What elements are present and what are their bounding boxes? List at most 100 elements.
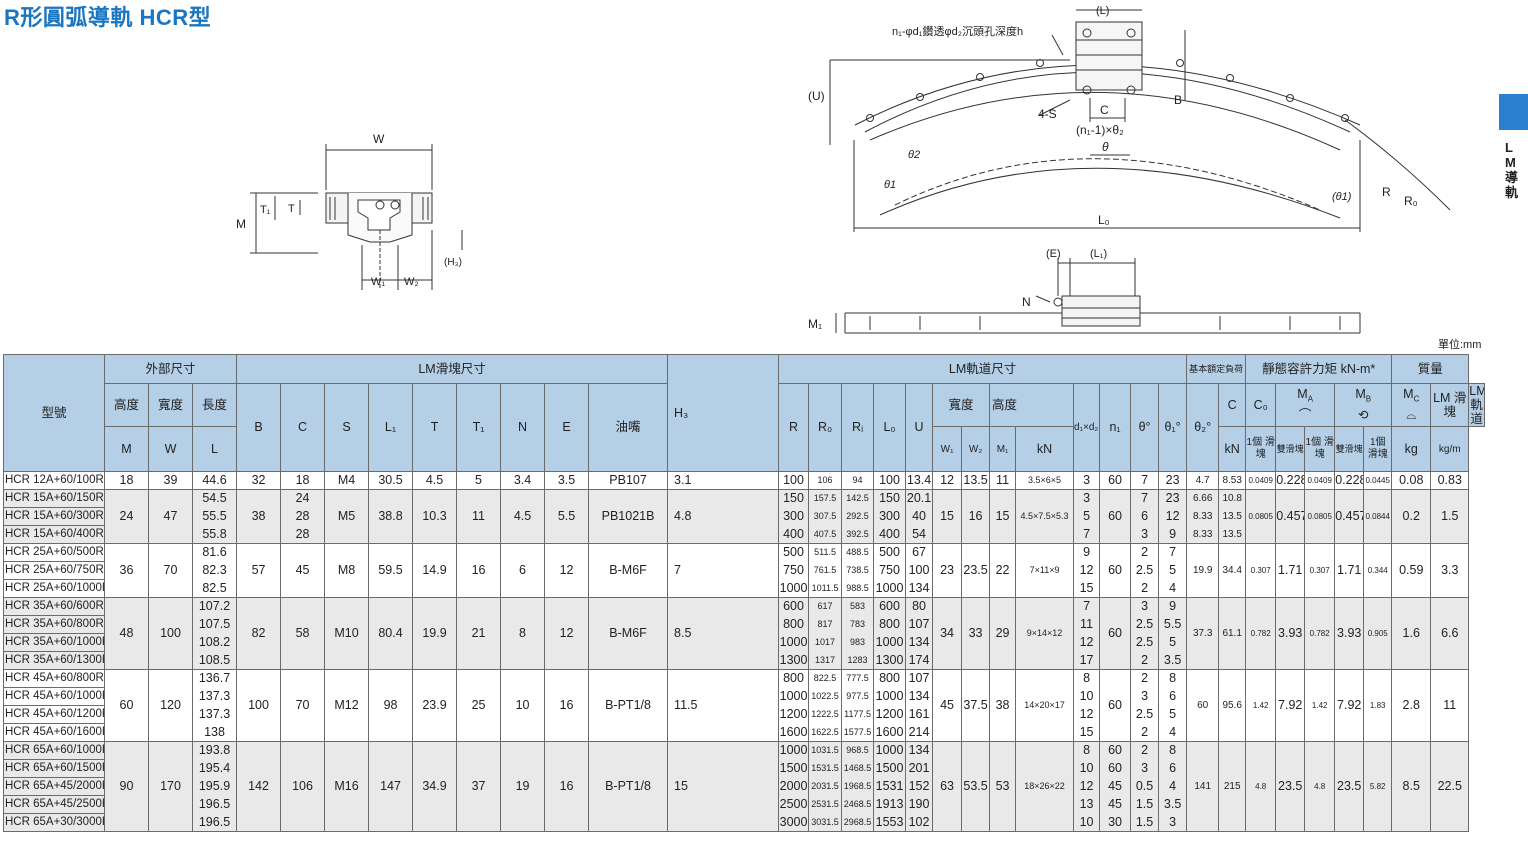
th-w1: W₁ bbox=[932, 426, 963, 472]
cell-l: 107.5 bbox=[191, 615, 238, 634]
dim-r0-label: R₀ bbox=[1404, 194, 1418, 208]
cell-ri: 783 bbox=[841, 615, 875, 634]
model-cell: HCR 35A+60/1300R bbox=[3, 651, 105, 670]
cell-c0: 10.8 bbox=[1218, 489, 1247, 508]
cell-w1: 63 bbox=[932, 741, 963, 832]
dim-l-label: (L) bbox=[1096, 5, 1109, 17]
th-ma-double: 雙滑塊 bbox=[1275, 426, 1306, 472]
cell-t2: 5 bbox=[1158, 561, 1188, 580]
cell-ri: 1177.5 bbox=[841, 705, 875, 724]
cell-l1: 59.5 bbox=[368, 543, 414, 598]
cell-n: 3.4 bbox=[500, 471, 546, 490]
cell-c0: 13.5 bbox=[1218, 507, 1247, 526]
th-model: 型號 bbox=[3, 354, 105, 472]
cell-e: 5.5 bbox=[544, 489, 590, 544]
th-t: T bbox=[412, 383, 458, 472]
cell-dxh: 18×26×22 bbox=[1015, 741, 1075, 832]
cell-t1: 2.5 bbox=[1130, 561, 1160, 580]
cell-w: 39 bbox=[148, 471, 193, 490]
model-cell: HCR 45A+60/1000R bbox=[3, 687, 105, 706]
cell-n1: 13 bbox=[1073, 795, 1101, 814]
cell-n1: 7 bbox=[1073, 597, 1101, 616]
dim-b-label: B bbox=[1174, 93, 1182, 107]
cell-l0: 300 bbox=[873, 507, 907, 526]
model-cell: HCR 25A+60/750R bbox=[3, 561, 105, 580]
cell-l0: 100 bbox=[873, 471, 907, 490]
cell-m1: 53 bbox=[989, 741, 1017, 832]
cell-h3: 8.5 bbox=[667, 597, 780, 670]
cell-ri: 1468.5 bbox=[841, 759, 875, 778]
cell-n1: 12 bbox=[1073, 705, 1101, 724]
model-cell: HCR 25A+60/1000R bbox=[3, 579, 105, 598]
cell-m: 18 bbox=[104, 471, 149, 490]
cell-b: 82 bbox=[236, 597, 282, 670]
cell-r0: 2031.5 bbox=[808, 777, 843, 796]
cell-mb1: 4.8 bbox=[1304, 741, 1336, 832]
cell-h3: 3.1 bbox=[667, 471, 780, 490]
cell-ma2: 0.228 bbox=[1275, 471, 1306, 490]
cell-ma2: 23.5 bbox=[1275, 741, 1306, 832]
cell-r: 1500 bbox=[778, 759, 810, 778]
cell-cb: 28 bbox=[280, 525, 326, 544]
cell-w1: 34 bbox=[932, 597, 963, 670]
cell-l0: 500 bbox=[873, 543, 907, 562]
th-width: 寬度 bbox=[148, 383, 193, 427]
cell-w1: 15 bbox=[932, 489, 963, 544]
cell-l1: 80.4 bbox=[368, 597, 414, 670]
cell-ri: 2468.5 bbox=[841, 795, 875, 814]
cell-kg: 2.8 bbox=[1391, 669, 1432, 742]
cell-t: 4.5 bbox=[412, 471, 458, 490]
cell-b: 57 bbox=[236, 543, 282, 598]
cell-u: 134 bbox=[905, 687, 934, 706]
cell-t2: 12 bbox=[1158, 507, 1188, 526]
cell-n1: 7 bbox=[1073, 525, 1101, 544]
model-cell: HCR 45A+60/1600R bbox=[3, 723, 105, 742]
th-ma-one: 1個 滑塊 bbox=[1245, 426, 1277, 472]
model-cell: HCR 15A+60/150R bbox=[3, 489, 105, 508]
th-w2: W₂ bbox=[961, 426, 991, 472]
cell-theta: 60 bbox=[1099, 471, 1132, 490]
th-mc: MC ⌓ bbox=[1391, 383, 1432, 427]
cell-ri: 292.5 bbox=[841, 507, 875, 526]
dim-m1-label: M₁ bbox=[808, 317, 822, 331]
cell-b: 142 bbox=[236, 741, 282, 832]
cell-ri: 392.5 bbox=[841, 525, 875, 544]
cell-t: 23.9 bbox=[412, 669, 458, 742]
dim-theta1-label: θ1 bbox=[884, 179, 896, 191]
th-c: C bbox=[1218, 383, 1247, 427]
cell-l1: 38.8 bbox=[368, 489, 414, 544]
cell-m: 36 bbox=[104, 543, 149, 598]
cell-m: 90 bbox=[104, 741, 149, 832]
cell-t1: 25 bbox=[456, 669, 502, 742]
cell-n1: 10 bbox=[1073, 813, 1101, 832]
model-cell: HCR 25A+60/500R bbox=[3, 543, 105, 562]
dim-l1-label: (L₁) bbox=[1090, 248, 1107, 260]
cell-r0: 1022.5 bbox=[808, 687, 843, 706]
th-theta2: θ₂° bbox=[1186, 383, 1220, 472]
th-u: U bbox=[905, 383, 934, 472]
cell-t2: 3.5 bbox=[1158, 795, 1188, 814]
cell-w2: 23.5 bbox=[961, 543, 991, 598]
cell-mb2: 23.5 bbox=[1334, 741, 1365, 832]
cell-u: 13.4 bbox=[905, 471, 934, 490]
th-moment: 靜態容許力矩 kN-m* bbox=[1245, 354, 1393, 384]
cell-t2: 8 bbox=[1158, 669, 1188, 688]
cell-r0: 1622.5 bbox=[808, 723, 843, 742]
th-l: L bbox=[191, 426, 238, 472]
cell-t2: 4 bbox=[1158, 723, 1188, 742]
cell-ma2: 3.93 bbox=[1275, 597, 1306, 670]
cell-t2: 23 bbox=[1158, 471, 1188, 490]
cell-grease: PB107 bbox=[588, 471, 669, 490]
cell-theta: 60 bbox=[1099, 543, 1132, 598]
cell-kgm: 11 bbox=[1430, 669, 1470, 742]
ma-icon: ⌒ bbox=[1298, 408, 1312, 423]
cell-ri: 1968.5 bbox=[841, 777, 875, 796]
th-c0: C₀ bbox=[1245, 383, 1277, 427]
model-cell: HCR 35A+60/1000R bbox=[3, 633, 105, 652]
cell-r0: 1011.5 bbox=[808, 579, 843, 598]
cell-l0: 1553 bbox=[873, 813, 907, 832]
cell-theta: 45 bbox=[1099, 795, 1132, 814]
cell-w2: 16 bbox=[961, 489, 991, 544]
cell-l: 108.2 bbox=[191, 633, 238, 652]
cell-r0: 157.5 bbox=[808, 489, 843, 508]
